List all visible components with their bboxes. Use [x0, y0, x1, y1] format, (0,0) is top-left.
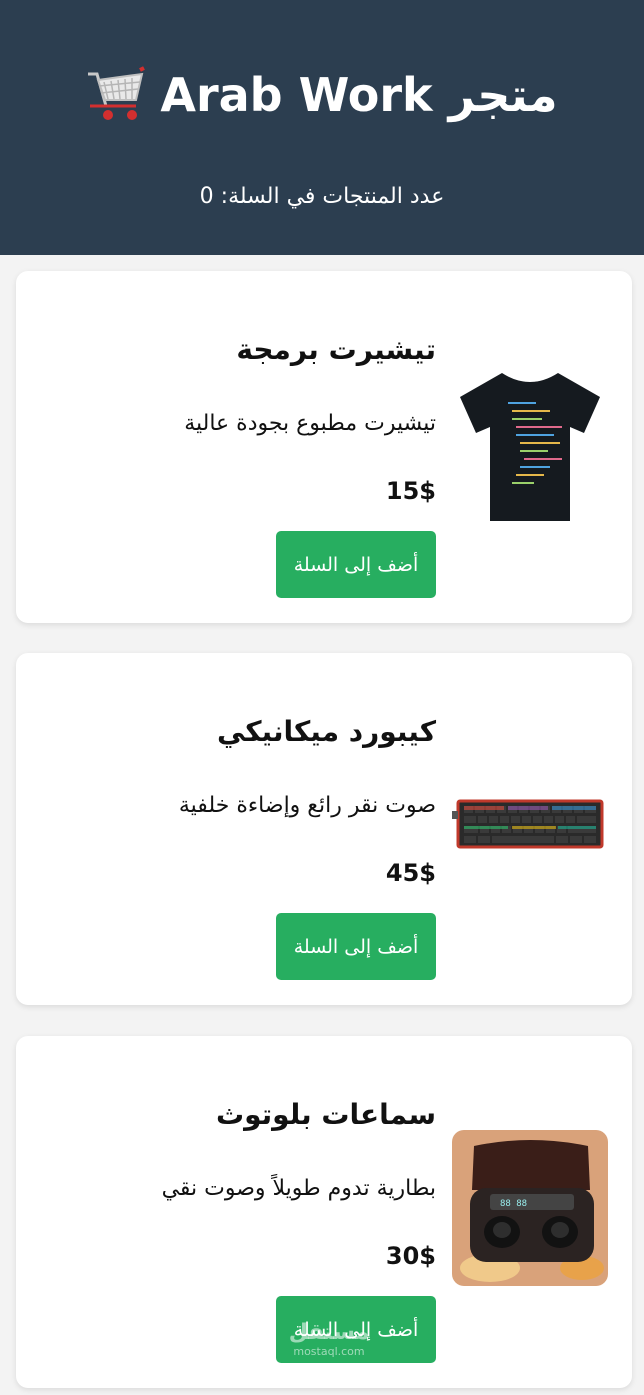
store-title-row: متجر Arab Work: [0, 66, 644, 124]
svg-text:88 88: 88 88: [500, 1199, 527, 1209]
add-to-cart-button[interactable]: أضف إلى السلة: [276, 1296, 436, 1363]
product-description: بطارية تدوم طويلاً وصوت نقي: [161, 1176, 436, 1201]
add-to-cart-button[interactable]: أضف إلى السلة: [276, 913, 436, 980]
product-description: صوت نقر رائع وإضاءة خلفية: [178, 793, 436, 818]
store-header: متجر Arab Work عدد المنتجات في السلة: 0: [0, 0, 644, 255]
store-title: متجر Arab Work: [160, 68, 558, 122]
add-to-cart-button[interactable]: أضف إلى السلة: [276, 531, 436, 598]
product-name: كيبورد ميكانيكي: [216, 715, 436, 748]
programming-tshirt-image: [450, 363, 610, 523]
bluetooth-earbuds-image: 88 88: [450, 1128, 610, 1288]
shopping-cart-icon: [88, 66, 146, 120]
product-price: 15$: [385, 477, 436, 505]
product-description: تيشيرت مطبوع بجودة عالية: [184, 411, 436, 436]
product-name: تيشيرت برمجة: [236, 333, 436, 366]
product-card: تيشيرت برمجة تيشيرت مطبوع بجودة عالية 15…: [16, 271, 632, 623]
product-name: سماعات بلوتوث: [215, 1098, 436, 1131]
product-price: 45$: [385, 859, 436, 887]
cart-counter: عدد المنتجات في السلة: 0: [199, 184, 445, 209]
mechanical-keyboard-image: [450, 745, 610, 905]
product-card: 88 88 سماعات بلوتوث بطارية تدوم طويلاً و…: [16, 1036, 632, 1388]
product-price: 30$: [385, 1242, 436, 1270]
product-card: كيبورد ميكانيكي صوت نقر رائع وإضاءة خلفي…: [16, 653, 632, 1005]
